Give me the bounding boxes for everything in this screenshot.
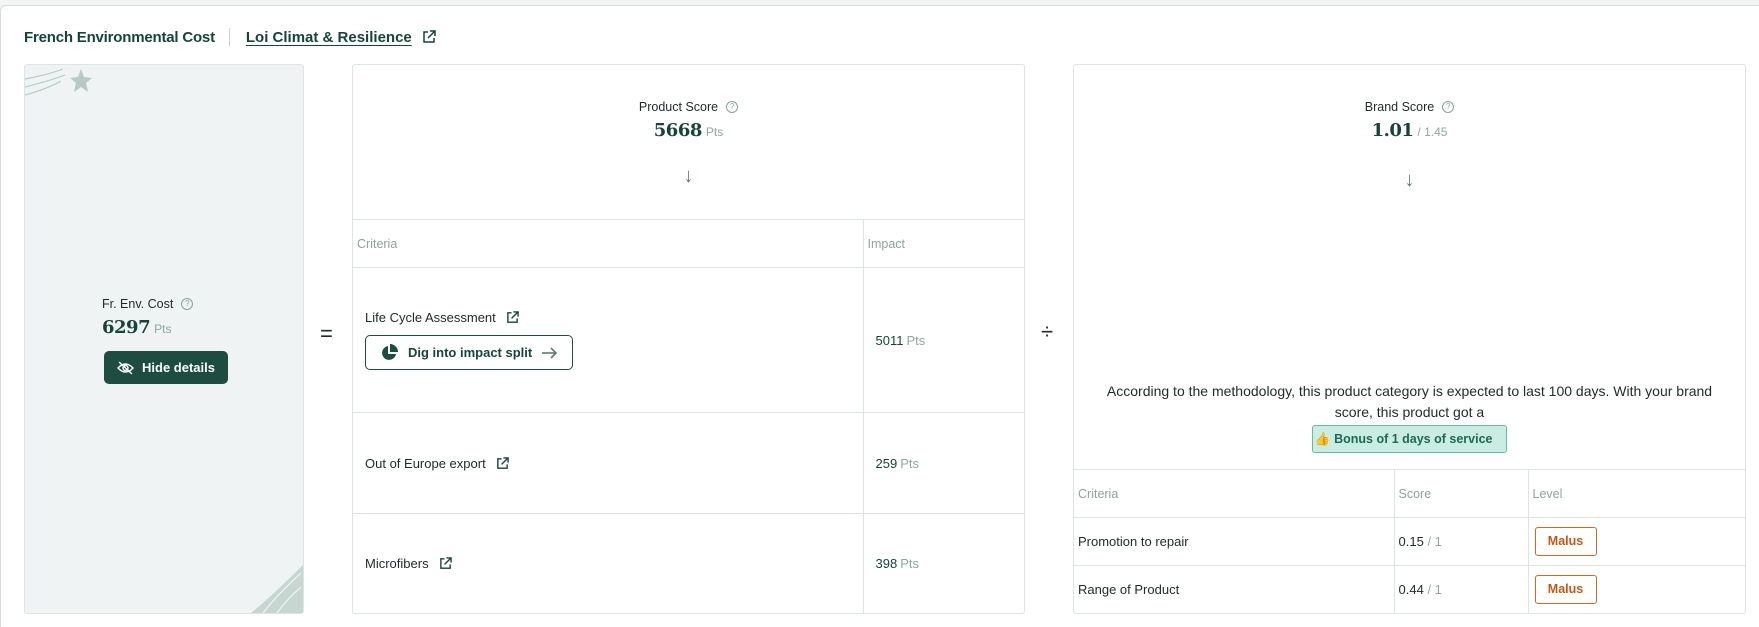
equals-operator: = [320,321,333,346]
header-divider [228,28,230,46]
brand-criteria-table: Criteria Score Level Promotion to repair… [1074,469,1745,614]
table-row: Microfibers 398 Pts [353,513,1024,614]
product-score: Product Score ? 5668 Pts [353,100,1024,141]
product-criteria-table: Criteria Impact Life Cycle Assessment Di… [353,219,1024,614]
criteria-name: Out of Europe export [365,455,486,471]
table-row: Range of Product 0.44 / 1 Malus [1074,565,1745,614]
criteria-score: 0.44 / 1 [1393,565,1528,614]
dig-into-impact-split-button[interactable]: Dig into impact split [365,335,574,370]
total-score-value: 6297 Pts [102,317,172,338]
bonus-badge: 👍 Bonus of 1 days of service [1312,425,1507,453]
brand-methodology-text: According to the methodology, this produ… [1106,383,1713,420]
leaf-decoration [251,565,303,613]
shooting-star-decoration [25,68,92,96]
total-score: Fr. Env. Cost ? 6297 Pts [102,297,194,338]
external-link-icon[interactable] [496,456,509,470]
product-score-label: Product Score [638,100,719,114]
brand-score-value: 1.01/ 1.45 [1371,120,1448,141]
malus-badge: Malus [1534,575,1597,605]
table-header-row: Criteria Impact [353,219,1024,268]
malus-badge: Malus [1534,527,1597,556]
thumbs-up-icon: 👍 [1314,431,1331,446]
table-row: Out of Europe export 259 Pts [353,412,1024,514]
total-score-label: Fr. Env. Cost [102,297,174,311]
brand-score: Brand Score ? 1.01/ 1.45 [1074,100,1745,141]
brand-score-card: Brand Score ? 1.01/ 1.45 ↓ According to … [1073,64,1746,614]
arrow-right-icon [542,346,558,359]
impact-value: 398 Pts [862,513,1024,614]
external-link-icon[interactable] [439,557,452,570]
column-header-level: Level [1527,469,1745,518]
env-cost-panel: French Environmental Cost Loi Climat & R… [0,5,1759,627]
impact-value: 5011 Pts [862,267,1024,413]
brand-score-label: Brand Score [1364,100,1435,114]
panel-title: French Environmental Cost [24,28,215,46]
impact-value: 259 Pts [862,412,1024,514]
column-header-score: Score [1393,469,1528,518]
hide-details-button[interactable]: Hide details [104,351,228,384]
help-icon[interactable]: ? [1442,101,1455,113]
total-cost-card: Fr. Env. Cost ? 6297 Pts Hide details [24,64,304,614]
help-icon[interactable]: ? [181,298,194,310]
law-link[interactable]: Loi Climat & Resilience [246,29,412,46]
column-header-impact: Impact [862,219,1024,268]
eye-off-icon [117,360,134,375]
criteria-name: Microfibers [365,556,429,572]
external-link-icon[interactable] [506,311,519,324]
column-header-criteria: Criteria [353,219,863,268]
divide-operator: ÷ [1041,319,1054,344]
table-header-row: Criteria Score Level [1074,469,1745,518]
product-score-value: 5668 Pts [653,120,724,141]
criteria-name: Life Cycle Assessment [365,310,496,325]
table-row: Life Cycle Assessment Dig into impact sp… [353,267,1024,413]
criteria-name: Range of Product [1078,582,1180,598]
product-score-card: Product Score ? 5668 Pts ↓ Criteria Impac… [352,64,1025,614]
external-link-icon[interactable] [422,30,436,44]
arrow-down-icon: ↓ [683,165,694,187]
table-row: Promotion to repair 0.15 / 1 Malus [1074,517,1745,566]
arrow-down-icon: ↓ [1404,169,1415,191]
panel-header: French Environmental Cost Loi Climat & R… [24,25,436,49]
pie-chart-icon [382,343,398,360]
criteria-score: 0.15 / 1 [1393,517,1528,566]
column-header-criteria: Criteria [1074,469,1394,518]
criteria-name: Promotion to repair [1074,517,1394,566]
help-icon[interactable]: ? [726,101,739,113]
